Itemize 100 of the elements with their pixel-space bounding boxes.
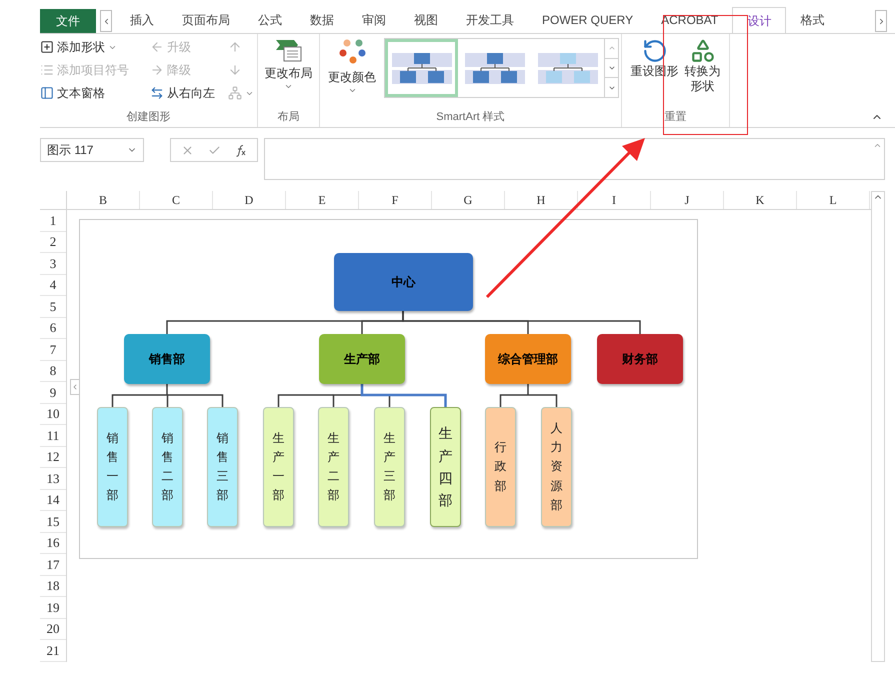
chevron-down-icon — [608, 64, 616, 72]
row-header[interactable]: 7 — [40, 339, 66, 360]
column-header[interactable]: C — [140, 191, 213, 209]
ribbon-button[interactable]: 添加形状 — [40, 38, 150, 56]
chevron-left-icon — [71, 383, 79, 391]
ribbon-button[interactable]: 从右向左 — [150, 84, 228, 102]
ribbon-tab[interactable]: 视图 — [400, 7, 452, 33]
column-header[interactable]: I — [578, 191, 651, 209]
column-header[interactable]: E — [286, 191, 359, 209]
column-header[interactable]: G — [432, 191, 505, 209]
formula-input[interactable] — [264, 138, 885, 180]
function-icon[interactable] — [235, 144, 247, 156]
group-caption: 创建图形 — [126, 110, 172, 124]
ribbon-button[interactable]: 文本窗格 — [40, 84, 150, 102]
ribbon-tab[interactable]: 审阅 — [348, 7, 400, 33]
org-chart-node[interactable]: 销售一部 — [97, 407, 128, 527]
ribbon-tab[interactable]: 开发工具 — [452, 7, 528, 33]
org-chart-node[interactable]: 人力资源部 — [541, 407, 572, 527]
column-header[interactable]: F — [359, 191, 432, 209]
org-chart-node[interactable]: 行政部 — [485, 407, 516, 527]
scroll-right-button[interactable] — [875, 10, 887, 32]
column-header[interactable]: J — [651, 191, 724, 209]
shapes-icon — [690, 38, 716, 64]
row-header[interactable]: 9 — [40, 382, 66, 404]
node-label: 行政部 — [494, 439, 506, 495]
org-chart-node[interactable]: 生产部 — [319, 334, 405, 384]
row-header[interactable]: 10 — [40, 404, 66, 425]
cancel-icon[interactable] — [181, 144, 194, 156]
column-header[interactable]: L — [797, 191, 870, 209]
group-caption: SmartArt 样式 — [435, 110, 506, 124]
row-header[interactable]: 20 — [40, 618, 66, 640]
file-tab[interactable]: 文件 — [40, 9, 96, 33]
node-label: 生产一部 — [272, 430, 284, 504]
row-header[interactable]: 8 — [40, 360, 66, 382]
row-header[interactable]: 4 — [40, 274, 66, 296]
ribbon-tab[interactable]: 页面布局 — [168, 7, 244, 33]
change-colors-button[interactable]: 更改颜色 — [324, 38, 380, 95]
ribbon-tab[interactable]: 公式 — [244, 7, 296, 33]
gallery-down-button[interactable] — [605, 58, 618, 78]
row-header[interactable]: 21 — [40, 640, 66, 662]
column-header[interactable]: D — [213, 191, 286, 209]
swap-arrows-icon — [150, 86, 164, 100]
arrow-left-icon — [150, 40, 164, 54]
node-label: 生产部 — [344, 351, 380, 368]
text-pane-toggle[interactable] — [70, 379, 80, 395]
org-chart-node[interactable]: 生产二部 — [318, 407, 349, 527]
row-header[interactable]: 16 — [40, 532, 66, 554]
row-header[interactable]: 13 — [40, 468, 66, 490]
row-header[interactable]: 2 — [40, 232, 66, 253]
org-chart-node[interactable]: 综合管理部 — [485, 334, 571, 384]
column-header[interactable]: H — [505, 191, 578, 209]
row-header[interactable]: 3 — [40, 253, 66, 274]
ribbon-tab[interactable]: 格式 — [786, 7, 838, 33]
group-caption: 重置 — [664, 110, 688, 124]
text-pane-icon — [40, 86, 54, 100]
ribbon-tab[interactable]: 数据 — [296, 7, 348, 33]
node-label: 销售一部 — [106, 430, 118, 504]
row-header[interactable]: 5 — [40, 296, 66, 318]
chevron-up-icon — [873, 141, 882, 150]
org-chart-node[interactable]: 财务部 — [597, 334, 683, 384]
row-header[interactable]: 11 — [40, 425, 66, 446]
add-shape-icon — [40, 40, 54, 54]
row-header[interactable]: 1 — [40, 210, 66, 232]
ribbon-tab[interactable]: POWER QUERY — [528, 7, 648, 33]
row-header[interactable]: 6 — [40, 318, 66, 339]
layout-icon — [274, 38, 304, 64]
ribbon-button[interactable]: 转换为形状 — [684, 38, 720, 94]
org-chart-node[interactable]: 生产三部 — [374, 407, 405, 527]
row-header[interactable]: 19 — [40, 597, 66, 618]
name-box[interactable]: 图示 117 — [40, 138, 144, 162]
ribbon-tab[interactable]: 插入 — [116, 7, 168, 33]
node-label: 销售二部 — [162, 430, 174, 504]
row-header[interactable]: 17 — [40, 554, 66, 576]
change-layout-button[interactable]: 更改布局 — [264, 38, 312, 91]
style-thumbnail[interactable] — [385, 39, 458, 97]
node-label: 人力资源部 — [550, 420, 562, 514]
org-chart-node[interactable]: 生产一部 — [263, 407, 294, 527]
row-header[interactable]: 14 — [40, 490, 66, 511]
org-chart-node[interactable]: 销售部 — [124, 334, 210, 384]
org-chart-thumbnail-icon — [392, 51, 452, 85]
row-header[interactable]: 18 — [40, 576, 66, 597]
node-label: 生产三部 — [384, 430, 396, 504]
ribbon-tab[interactable]: 设计 — [732, 7, 786, 33]
column-header[interactable]: K — [724, 191, 797, 209]
node-label: 中心 — [392, 274, 416, 291]
org-chart-thumbnail-icon — [538, 51, 598, 85]
enter-icon[interactable] — [208, 144, 221, 156]
scroll-left-button[interactable] — [100, 10, 112, 32]
org-chart-node[interactable]: 销售三部 — [207, 407, 238, 527]
org-chart-node[interactable]: 销售二部 — [152, 407, 183, 527]
column-header[interactable]: B — [67, 191, 140, 209]
arrow-right-icon — [150, 63, 164, 77]
hierarchy-icon — [228, 86, 242, 100]
row-header[interactable]: 12 — [40, 446, 66, 468]
org-chart-node[interactable]: 生产四部 — [430, 407, 461, 527]
row-header[interactable]: 15 — [40, 511, 66, 532]
group-caption: 布局 — [278, 110, 300, 124]
smartart-frame[interactable]: 中心 销售部 销售一部 销售二部 销售三部 生产部 生产一部 生产二部 生产三部 生产四部 综合管理部 行政部 人力资源部 财务部 — [79, 219, 698, 559]
org-chart-node[interactable]: 中心 — [334, 253, 473, 311]
vertical-scrollbar[interactable] — [871, 191, 885, 662]
